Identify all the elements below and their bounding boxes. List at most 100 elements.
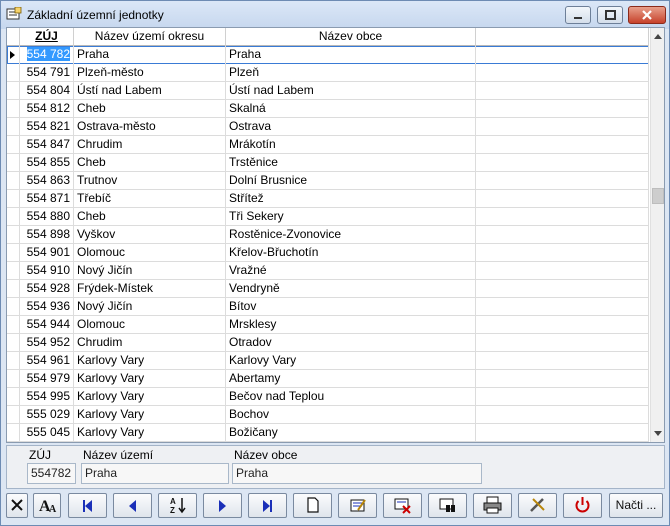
table-row[interactable]: 554 880 Cheb Tři Sekery [7, 208, 649, 226]
cell-zuj[interactable]: 554 995 [20, 388, 74, 406]
row-indicator[interactable] [7, 64, 20, 82]
row-indicator[interactable] [7, 316, 20, 334]
minimize-button[interactable] [565, 6, 591, 24]
table-row[interactable]: 554 928 Frýdek-Místek Vendryně [7, 280, 649, 298]
cell-obec[interactable]: Dolní Brusnice [226, 172, 476, 190]
row-indicator[interactable] [7, 280, 20, 298]
cell-okres[interactable]: Cheb [74, 154, 226, 172]
cell-obec[interactable]: Bochov [226, 406, 476, 424]
cell-okres[interactable]: Karlovy Vary [74, 406, 226, 424]
table-row[interactable]: 554 944 Olomouc Mrsklesy [7, 316, 649, 334]
table-row[interactable]: 554 979 Karlovy Vary Abertamy [7, 370, 649, 388]
cell-okres[interactable]: Vyškov [74, 226, 226, 244]
font-button[interactable]: A A [33, 493, 61, 518]
cell-obec[interactable]: Skalná [226, 100, 476, 118]
cell-obec[interactable]: Mrákotín [226, 136, 476, 154]
table-row[interactable]: 554 952 Chrudim Otradov [7, 334, 649, 352]
cell-zuj[interactable]: 554 791 [20, 64, 74, 82]
maximize-button[interactable] [597, 6, 623, 24]
row-indicator[interactable] [7, 262, 20, 280]
cell-zuj[interactable]: 554 871 [20, 190, 74, 208]
cell-okres[interactable]: Olomouc [74, 244, 226, 262]
table-row[interactable]: 554 782 Praha Praha [7, 46, 649, 64]
obec-field[interactable]: Praha [232, 463, 482, 484]
table-row[interactable]: 554 863 Trutnov Dolní Brusnice [7, 172, 649, 190]
cell-zuj[interactable]: 554 804 [20, 82, 74, 100]
cell-obec[interactable]: Abertamy [226, 370, 476, 388]
new-record-button[interactable] [293, 493, 332, 518]
table-row[interactable]: 554 898 Vyškov Rostěnice-Zvonovice [7, 226, 649, 244]
cell-zuj[interactable]: 554 928 [20, 280, 74, 298]
cell-okres[interactable]: Nový Jičín [74, 262, 226, 280]
row-indicator[interactable] [7, 46, 20, 64]
cell-okres[interactable]: Olomouc [74, 316, 226, 334]
cell-obec[interactable]: Bítov [226, 298, 476, 316]
scroll-thumb[interactable] [652, 188, 664, 204]
column-header-zuj[interactable]: ZÚJ [20, 28, 74, 46]
row-indicator[interactable] [7, 208, 20, 226]
table-row[interactable]: 554 961 Karlovy Vary Karlovy Vary [7, 352, 649, 370]
cell-okres[interactable]: Cheb [74, 208, 226, 226]
row-indicator[interactable] [7, 370, 20, 388]
cell-obec[interactable]: Vražné [226, 262, 476, 280]
row-indicator[interactable] [7, 226, 20, 244]
row-indicator[interactable] [7, 82, 20, 100]
cell-okres[interactable]: Nový Jičín [74, 298, 226, 316]
table-row[interactable]: 554 791 Plzeň-město Plzeň [7, 64, 649, 82]
table-row[interactable]: 554 812 Cheb Skalná [7, 100, 649, 118]
table-row[interactable]: 554 847 Chrudim Mrákotín [7, 136, 649, 154]
zuj-field[interactable]: 554782 [27, 463, 76, 484]
cell-zuj[interactable]: 554 944 [20, 316, 74, 334]
close-record-button[interactable] [6, 493, 28, 518]
cell-obec[interactable]: Plzeň [226, 64, 476, 82]
prev-record-button[interactable] [113, 493, 152, 518]
cell-okres[interactable]: Cheb [74, 100, 226, 118]
uzemi-field[interactable]: Praha [81, 463, 229, 484]
cell-okres[interactable]: Praha [74, 46, 226, 64]
table-row[interactable]: 554 804 Ústí nad Labem Ústí nad Labem [7, 82, 649, 100]
row-indicator[interactable] [7, 172, 20, 190]
cell-zuj[interactable]: 554 847 [20, 136, 74, 154]
table-row[interactable]: 555 045 Karlovy Vary Božičany [7, 424, 649, 442]
next-record-button[interactable] [203, 493, 242, 518]
cell-okres[interactable]: Karlovy Vary [74, 370, 226, 388]
delete-record-button[interactable] [383, 493, 422, 518]
cell-zuj[interactable]: 554 821 [20, 118, 74, 136]
cell-zuj[interactable]: 554 936 [20, 298, 74, 316]
cell-zuj[interactable]: 555 045 [20, 424, 74, 442]
cell-obec[interactable]: Božičany [226, 424, 476, 442]
cell-obec[interactable]: Střítež [226, 190, 476, 208]
edit-record-button[interactable] [338, 493, 377, 518]
table-row[interactable]: 554 910 Nový Jičín Vražné [7, 262, 649, 280]
cell-zuj[interactable]: 554 863 [20, 172, 74, 190]
cell-zuj[interactable]: 554 812 [20, 100, 74, 118]
table-row[interactable]: 554 871 Třebíč Střítež [7, 190, 649, 208]
cell-zuj[interactable]: 554 979 [20, 370, 74, 388]
table-row[interactable]: 554 821 Ostrava-město Ostrava [7, 118, 649, 136]
cell-zuj[interactable]: 555 029 [20, 406, 74, 424]
column-header-obec[interactable]: Název obce [226, 28, 476, 46]
table-row[interactable]: 554 995 Karlovy Vary Bečov nad Teplou [7, 388, 649, 406]
table-row[interactable]: 554 936 Nový Jičín Bítov [7, 298, 649, 316]
print-button[interactable] [473, 493, 512, 518]
scroll-up-icon[interactable] [654, 34, 662, 39]
cell-okres[interactable]: Karlovy Vary [74, 352, 226, 370]
first-record-button[interactable] [68, 493, 107, 518]
cell-okres[interactable]: Chrudim [74, 334, 226, 352]
cell-obec[interactable]: Tři Sekery [226, 208, 476, 226]
cell-obec[interactable]: Rostěnice-Zvonovice [226, 226, 476, 244]
cell-obec[interactable]: Mrsklesy [226, 316, 476, 334]
row-indicator[interactable] [7, 154, 20, 172]
cell-zuj[interactable]: 554 952 [20, 334, 74, 352]
row-indicator[interactable] [7, 424, 20, 442]
cell-zuj[interactable]: 554 855 [20, 154, 74, 172]
cell-okres[interactable]: Karlovy Vary [74, 388, 226, 406]
cell-obec[interactable]: Křelov-Břuchotín [226, 244, 476, 262]
column-header-okres[interactable]: Název území okresu [74, 28, 226, 46]
cell-okres[interactable]: Frýdek-Místek [74, 280, 226, 298]
cell-zuj[interactable]: 554 880 [20, 208, 74, 226]
row-indicator[interactable] [7, 406, 20, 424]
vertical-scrollbar[interactable] [650, 28, 664, 442]
cell-zuj[interactable]: 554 898 [20, 226, 74, 244]
row-indicator[interactable] [7, 334, 20, 352]
